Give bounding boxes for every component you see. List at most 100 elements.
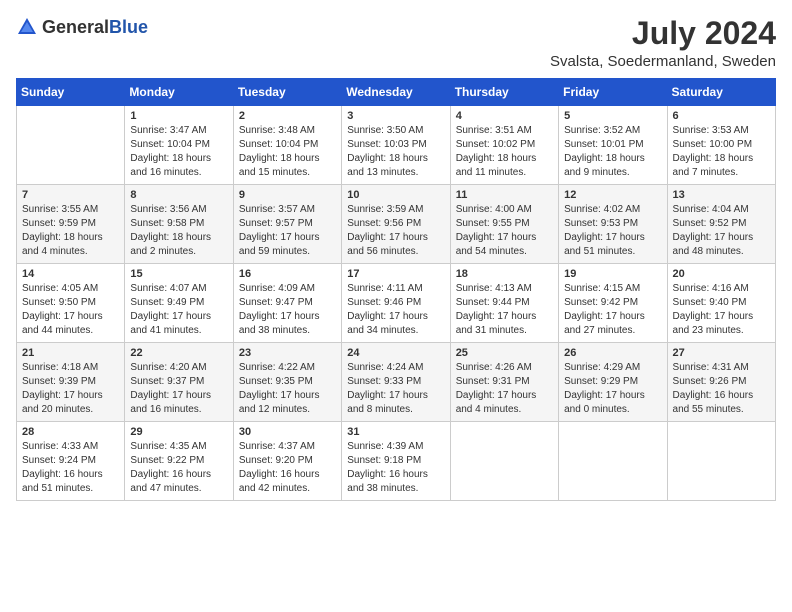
calendar-cell bbox=[559, 422, 667, 501]
day-number: 30 bbox=[239, 426, 337, 438]
calendar-cell: 21 Sunrise: 4:18 AM Sunset: 9:39 PM Dayli… bbox=[17, 343, 125, 422]
day-info: Sunrise: 4:31 AM Sunset: 9:26 PM Dayligh… bbox=[673, 361, 771, 417]
day-number: 17 bbox=[347, 268, 445, 280]
day-number: 19 bbox=[564, 268, 662, 280]
weekday-header-saturday: Saturday bbox=[667, 79, 775, 106]
calendar-cell: 24Sunrise: 4:24 AM Sunset: 9:33 PM Dayli… bbox=[342, 343, 450, 422]
day-number: 27 bbox=[673, 347, 771, 359]
calendar-cell: 8 Sunrise: 3:56 AM Sunset: 9:58 PM Daylig… bbox=[125, 185, 233, 264]
calendar-cell: 25 Sunrise: 4:26 AM Sunset: 9:31 PM Dayli… bbox=[450, 343, 558, 422]
weekday-header-sunday: Sunday bbox=[17, 79, 125, 106]
day-number: 4 bbox=[456, 110, 554, 122]
calendar-cell: 3Sunrise: 3:50 AM Sunset: 10:03 PM Dayli… bbox=[342, 106, 450, 185]
weekday-header-row: SundayMondayTuesdayWednesdayThursdayFrid… bbox=[17, 79, 776, 106]
day-info: Sunrise: 3:48 AM Sunset: 10:04 PM Daylig… bbox=[239, 124, 337, 180]
calendar-table: SundayMondayTuesdayWednesdayThursdayFrid… bbox=[16, 78, 776, 501]
day-info: Sunrise: 4:04 AM Sunset: 9:52 PM Dayligh… bbox=[673, 203, 771, 259]
calendar-cell: 12Sunrise: 4:02 AM Sunset: 9:53 PM Dayli… bbox=[559, 185, 667, 264]
calendar-cell: 5 Sunrise: 3:52 AM Sunset: 10:01 PM Dayli… bbox=[559, 106, 667, 185]
calendar-cell: 9Sunrise: 3:57 AM Sunset: 9:57 PM Daylig… bbox=[233, 185, 341, 264]
day-info: Sunrise: 3:53 AM Sunset: 10:00 PM Daylig… bbox=[673, 124, 771, 180]
day-info: Sunrise: 4:26 AM Sunset: 9:31 PM Dayligh… bbox=[456, 361, 554, 417]
day-number: 26 bbox=[564, 347, 662, 359]
calendar-cell bbox=[450, 422, 558, 501]
day-number: 5 bbox=[564, 110, 662, 122]
calendar-week-row: 1 Sunrise: 3:47 AM Sunset: 10:04 PM Dayli… bbox=[17, 106, 776, 185]
day-info: Sunrise: 4:13 AM Sunset: 9:44 PM Dayligh… bbox=[456, 282, 554, 338]
calendar-cell: 29 Sunrise: 4:35 AM Sunset: 9:22 PM Dayli… bbox=[125, 422, 233, 501]
day-info: Sunrise: 4:16 AM Sunset: 9:40 PM Dayligh… bbox=[673, 282, 771, 338]
logo-text-blue: Blue bbox=[109, 17, 148, 37]
day-number: 14 bbox=[22, 268, 120, 280]
calendar-cell: 1 Sunrise: 3:47 AM Sunset: 10:04 PM Dayli… bbox=[125, 106, 233, 185]
logo-icon bbox=[16, 16, 38, 38]
day-number: 21 bbox=[22, 347, 120, 359]
day-number: 8 bbox=[130, 189, 228, 201]
logo: GeneralBlue bbox=[16, 16, 148, 38]
calendar-cell: 4 Sunrise: 3:51 AM Sunset: 10:02 PM Dayli… bbox=[450, 106, 558, 185]
day-info: Sunrise: 3:52 AM Sunset: 10:01 PM Daylig… bbox=[564, 124, 662, 180]
day-number: 9 bbox=[239, 189, 337, 201]
day-number: 29 bbox=[130, 426, 228, 438]
day-info: Sunrise: 3:50 AM Sunset: 10:03 PM Daylig… bbox=[347, 124, 445, 180]
day-number: 2 bbox=[239, 110, 337, 122]
day-info: Sunrise: 4:11 AM Sunset: 9:46 PM Dayligh… bbox=[347, 282, 445, 338]
calendar-cell: 18 Sunrise: 4:13 AM Sunset: 9:44 PM Dayli… bbox=[450, 264, 558, 343]
day-info: Sunrise: 3:47 AM Sunset: 10:04 PM Daylig… bbox=[130, 124, 228, 180]
day-info: Sunrise: 4:15 AM Sunset: 9:42 PM Dayligh… bbox=[564, 282, 662, 338]
day-number: 16 bbox=[239, 268, 337, 280]
calendar-week-row: 21 Sunrise: 4:18 AM Sunset: 9:39 PM Dayli… bbox=[17, 343, 776, 422]
weekday-header-monday: Monday bbox=[125, 79, 233, 106]
day-info: Sunrise: 4:39 AM Sunset: 9:18 PM Dayligh… bbox=[347, 440, 445, 496]
calendar-cell: 6 Sunrise: 3:53 AM Sunset: 10:00 PM Dayli… bbox=[667, 106, 775, 185]
day-info: Sunrise: 4:35 AM Sunset: 9:22 PM Dayligh… bbox=[130, 440, 228, 496]
day-info: Sunrise: 3:56 AM Sunset: 9:58 PM Dayligh… bbox=[130, 203, 228, 259]
day-number: 31 bbox=[347, 426, 445, 438]
logo-text-general: General bbox=[42, 17, 109, 37]
title-block: July 2024 Svalsta, Soedermanland, Sweden bbox=[550, 16, 776, 70]
day-number: 25 bbox=[456, 347, 554, 359]
calendar-cell bbox=[667, 422, 775, 501]
day-number: 7 bbox=[22, 189, 120, 201]
calendar-cell: 11 Sunrise: 4:00 AM Sunset: 9:55 PM Dayli… bbox=[450, 185, 558, 264]
calendar-week-row: 14 Sunrise: 4:05 AM Sunset: 9:50 PM Dayli… bbox=[17, 264, 776, 343]
weekday-header-thursday: Thursday bbox=[450, 79, 558, 106]
calendar-cell: 15Sunrise: 4:07 AM Sunset: 9:49 PM Dayli… bbox=[125, 264, 233, 343]
calendar-week-row: 7Sunrise: 3:55 AM Sunset: 9:59 PM Daylig… bbox=[17, 185, 776, 264]
calendar-cell: 26 Sunrise: 4:29 AM Sunset: 9:29 PM Dayli… bbox=[559, 343, 667, 422]
calendar-cell: 16 Sunrise: 4:09 AM Sunset: 9:47 PM Dayli… bbox=[233, 264, 341, 343]
day-info: Sunrise: 4:05 AM Sunset: 9:50 PM Dayligh… bbox=[22, 282, 120, 338]
weekday-header-wednesday: Wednesday bbox=[342, 79, 450, 106]
calendar-cell: 28Sunrise: 4:33 AM Sunset: 9:24 PM Dayli… bbox=[17, 422, 125, 501]
day-info: Sunrise: 4:00 AM Sunset: 9:55 PM Dayligh… bbox=[456, 203, 554, 259]
day-number: 18 bbox=[456, 268, 554, 280]
day-info: Sunrise: 4:18 AM Sunset: 9:39 PM Dayligh… bbox=[22, 361, 120, 417]
calendar-cell: 27 Sunrise: 4:31 AM Sunset: 9:26 PM Dayli… bbox=[667, 343, 775, 422]
weekday-header-friday: Friday bbox=[559, 79, 667, 106]
day-info: Sunrise: 3:59 AM Sunset: 9:56 PM Dayligh… bbox=[347, 203, 445, 259]
calendar-cell: 17 Sunrise: 4:11 AM Sunset: 9:46 PM Dayli… bbox=[342, 264, 450, 343]
location-title: Svalsta, Soedermanland, Sweden bbox=[550, 53, 776, 70]
day-number: 1 bbox=[130, 110, 228, 122]
day-number: 11 bbox=[456, 189, 554, 201]
calendar-cell: 13 Sunrise: 4:04 AM Sunset: 9:52 PM Dayli… bbox=[667, 185, 775, 264]
calendar-cell: 19 Sunrise: 4:15 AM Sunset: 9:42 PM Dayli… bbox=[559, 264, 667, 343]
calendar-cell: 7Sunrise: 3:55 AM Sunset: 9:59 PM Daylig… bbox=[17, 185, 125, 264]
day-number: 12 bbox=[564, 189, 662, 201]
calendar-cell: 10 Sunrise: 3:59 AM Sunset: 9:56 PM Dayli… bbox=[342, 185, 450, 264]
calendar-cell bbox=[17, 106, 125, 185]
day-number: 10 bbox=[347, 189, 445, 201]
day-info: Sunrise: 3:51 AM Sunset: 10:02 PM Daylig… bbox=[456, 124, 554, 180]
day-info: Sunrise: 4:20 AM Sunset: 9:37 PM Dayligh… bbox=[130, 361, 228, 417]
calendar-cell: 20Sunrise: 4:16 AM Sunset: 9:40 PM Dayli… bbox=[667, 264, 775, 343]
day-number: 24 bbox=[347, 347, 445, 359]
day-info: Sunrise: 4:29 AM Sunset: 9:29 PM Dayligh… bbox=[564, 361, 662, 417]
day-info: Sunrise: 4:09 AM Sunset: 9:47 PM Dayligh… bbox=[239, 282, 337, 338]
page-header: GeneralBlue July 2024 Svalsta, Soederman… bbox=[16, 16, 776, 70]
day-number: 6 bbox=[673, 110, 771, 122]
weekday-header-tuesday: Tuesday bbox=[233, 79, 341, 106]
calendar-cell: 2 Sunrise: 3:48 AM Sunset: 10:04 PM Dayli… bbox=[233, 106, 341, 185]
calendar-cell: 30Sunrise: 4:37 AM Sunset: 9:20 PM Dayli… bbox=[233, 422, 341, 501]
day-number: 13 bbox=[673, 189, 771, 201]
day-info: Sunrise: 4:22 AM Sunset: 9:35 PM Dayligh… bbox=[239, 361, 337, 417]
